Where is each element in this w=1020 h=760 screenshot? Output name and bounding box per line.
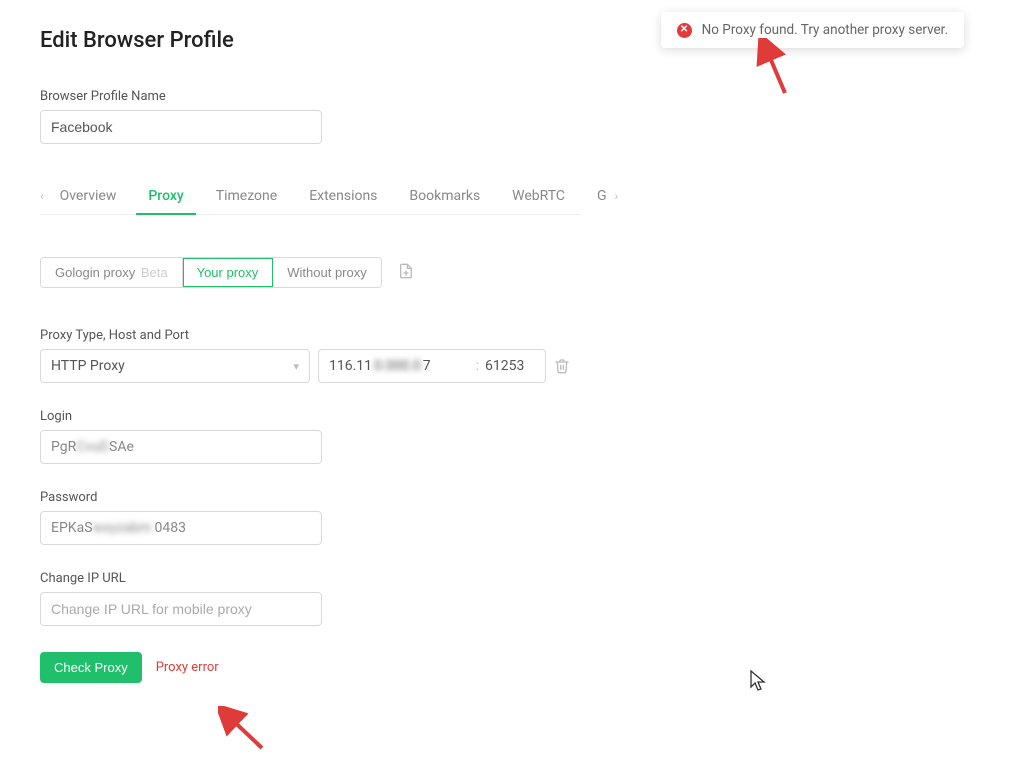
proxy-type-host-port-label: Proxy Type, Host and Port: [40, 328, 580, 343]
profile-name-label: Browser Profile Name: [40, 89, 580, 104]
page-title: Edit Browser Profile: [40, 28, 580, 53]
proxy-host-value: 116.110.000.07: [329, 358, 470, 374]
proxy-source-your[interactable]: Your proxy: [183, 258, 274, 287]
tabs-scroll-right[interactable]: ›: [615, 189, 619, 203]
login-input[interactable]: PgRCvuDSAe: [40, 430, 322, 464]
check-proxy-button[interactable]: Check Proxy: [40, 652, 142, 683]
tab-proxy[interactable]: Proxy: [136, 178, 195, 214]
proxy-host-hidden: 0.000.0: [374, 358, 421, 374]
password-label: Password: [40, 490, 580, 505]
tabs-scroll-left[interactable]: ‹: [40, 189, 44, 203]
password-prefix: EPKaS: [51, 520, 93, 536]
login-hidden: CvuD: [76, 439, 109, 455]
tab-webrtc[interactable]: WebRTC: [500, 178, 577, 214]
error-toast: ✕ No Proxy found. Try another proxy serv…: [661, 12, 964, 48]
proxy-source-gologin-badge: Beta: [141, 265, 168, 280]
delete-proxy-icon[interactable]: [554, 358, 570, 374]
proxy-hostport-input[interactable]: 116.110.000.07 : 61253: [318, 349, 546, 383]
password-suffix: 0483: [155, 520, 186, 536]
tab-extensions[interactable]: Extensions: [297, 178, 389, 214]
login-suffix: SAe: [109, 439, 134, 455]
proxy-source-group: Gologin proxy Beta Your proxy Without pr…: [40, 257, 382, 288]
tab-timezone[interactable]: Timezone: [204, 178, 289, 214]
chevron-down-icon: ▾: [293, 360, 299, 373]
profile-name-input[interactable]: [40, 110, 322, 144]
hostport-separator: :: [476, 358, 479, 374]
tab-overview[interactable]: Overview: [48, 178, 129, 214]
password-input[interactable]: EPKaSwxyzabm0483: [40, 511, 322, 545]
error-icon: ✕: [677, 23, 692, 38]
proxy-host-prefix: 116.11: [329, 358, 372, 374]
error-toast-message: No Proxy found. Try another proxy server…: [702, 22, 948, 38]
tab-truncated[interactable]: G: [585, 178, 611, 214]
proxy-error-text: Proxy error: [156, 660, 219, 675]
proxy-type-select[interactable]: HTTP Proxy ▾: [40, 349, 310, 383]
proxy-source-none[interactable]: Without proxy: [273, 258, 380, 287]
proxy-type-value: HTTP Proxy: [51, 358, 125, 374]
change-ip-label: Change IP URL: [40, 571, 580, 586]
proxy-source-gologin-label: Gologin proxy: [55, 265, 135, 280]
cursor-icon: [750, 670, 768, 692]
annotation-arrow-icon: [218, 706, 268, 754]
proxy-port-value: 61253: [485, 358, 535, 374]
paste-proxy-icon[interactable]: [398, 263, 414, 283]
proxy-source-gologin[interactable]: Gologin proxy Beta: [41, 258, 183, 287]
settings-tabs: ‹ Overview Proxy Timezone Extensions Boo…: [40, 178, 580, 215]
proxy-host-suffix: 7: [423, 358, 431, 374]
tab-bookmarks[interactable]: Bookmarks: [397, 178, 492, 214]
login-label: Login: [40, 409, 580, 424]
login-prefix: PgR: [51, 439, 76, 455]
password-hidden: wxyzabm: [93, 520, 155, 536]
change-ip-input[interactable]: [40, 592, 322, 626]
